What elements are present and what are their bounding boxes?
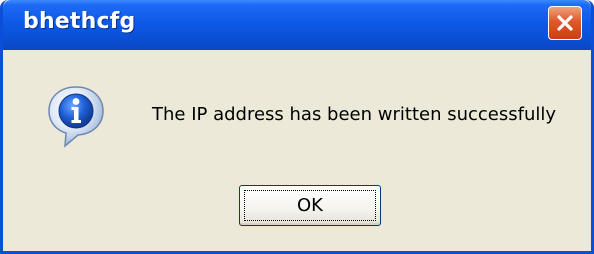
- title-bar[interactable]: bhethcfg: [3, 0, 591, 50]
- info-icon: [45, 84, 107, 150]
- close-button[interactable]: [548, 6, 582, 40]
- ok-button-label: OK: [297, 195, 323, 216]
- close-icon: [555, 13, 575, 33]
- message-dialog-window: bhethcfg The IP address has been written…: [0, 0, 594, 254]
- window-title: bhethcfg: [23, 9, 136, 34]
- dialog-body: The IP address has been written successf…: [3, 50, 591, 251]
- ok-button[interactable]: OK: [239, 185, 381, 226]
- dialog-message: The IP address has been written successf…: [152, 104, 557, 125]
